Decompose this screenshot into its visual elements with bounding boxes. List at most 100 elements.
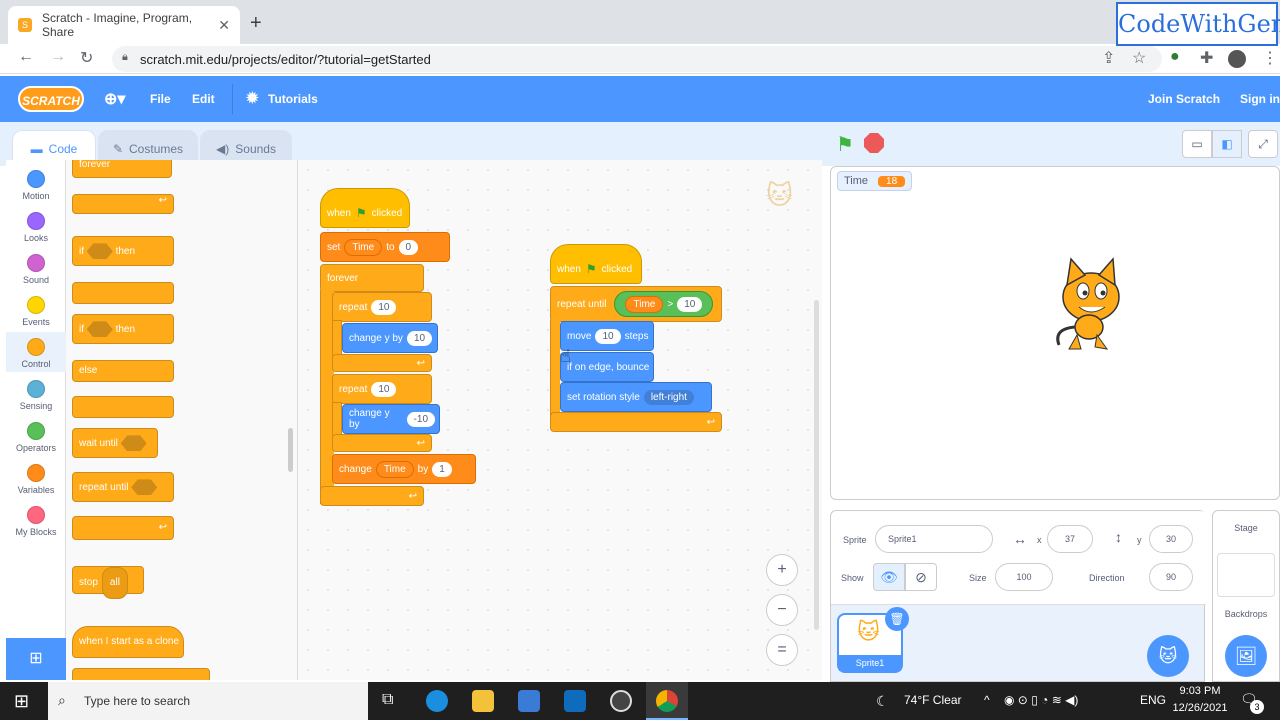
palette-scrollbar[interactable] <box>288 428 293 472</box>
category-motion[interactable]: Motion <box>6 170 66 201</box>
category-events[interactable]: Events <box>6 296 66 327</box>
close-tab-icon[interactable]: ✕ <box>218 17 230 34</box>
language-indicator[interactable]: ENG <box>1140 693 1166 707</box>
palette-if-end[interactable] <box>72 282 174 304</box>
category-sensing[interactable]: Sensing <box>6 380 66 411</box>
category-looks[interactable]: Looks <box>6 212 66 243</box>
palette-forever-block[interactable]: forever <box>72 160 172 178</box>
new-tab-button[interactable]: + <box>250 12 262 35</box>
repeat-block-2[interactable]: repeat 10 <box>332 374 432 404</box>
greater-than-operator[interactable]: Time > 10 <box>614 291 714 317</box>
steps-input[interactable]: 10 <box>595 328 621 344</box>
tray-icons[interactable]: ◉ ⊙ ▯ ◔ ≋ ◀︎) <box>1004 693 1078 707</box>
palette-clone-hat-block[interactable]: when I start as a clone <box>72 626 184 658</box>
clock-date[interactable]: 12/26/2021 <box>1168 702 1232 714</box>
backdrop-thumbnail[interactable] <box>1217 553 1275 597</box>
stop-sign-icon[interactable] <box>864 133 884 153</box>
category-operators[interactable]: Operators <box>6 422 66 453</box>
bounce-block[interactable]: if on edge, bounce <box>560 352 654 382</box>
cat-sprite[interactable] <box>1041 255 1141 355</box>
change-y-block-2[interactable]: change y by -10 <box>342 404 440 434</box>
menu-file[interactable]: File <box>150 92 171 106</box>
palette-else-row[interactable]: else <box>72 360 174 382</box>
y-input[interactable]: 30 <box>1149 525 1193 553</box>
obs-icon[interactable] <box>610 690 632 712</box>
chrome-taskbar-button[interactable] <box>646 682 688 720</box>
taskbar-search[interactable]: ⌕ Type here to search <box>48 682 368 720</box>
repeat-count-input[interactable]: 10 <box>371 299 397 315</box>
green-flag-icon[interactable]: ⚑ <box>836 132 854 157</box>
palette-repeat-until-block[interactable]: repeat until <box>72 472 174 502</box>
repeat-block-1[interactable]: repeat 10 <box>332 292 432 322</box>
back-arrow-icon[interactable]: ← <box>18 48 34 66</box>
palette-if-block[interactable]: if then <box>72 236 174 266</box>
extensions-puzzle-icon[interactable]: ✚ <box>1200 48 1213 68</box>
value-input[interactable]: 1 <box>432 461 452 477</box>
file-explorer-icon[interactable] <box>472 690 494 712</box>
change-y-input[interactable]: 10 <box>406 330 433 346</box>
delete-trash-icon[interactable]: 🗑︎ <box>885 607 909 631</box>
zoom-in-button[interactable]: + <box>766 554 798 586</box>
weather-text[interactable]: 74°F Clear <box>904 693 962 707</box>
code-workspace[interactable]: when ⚑ clicked set Time to 0 forever rep… <box>298 160 822 680</box>
join-scratch-link[interactable]: Join Scratch <box>1148 92 1220 106</box>
reload-icon[interactable]: ↻ <box>80 48 93 68</box>
rotation-style-dropdown[interactable]: left-right <box>643 389 694 405</box>
variable-dropdown[interactable]: Time <box>375 460 414 478</box>
variable-monitor[interactable]: Time 18 <box>837 171 913 191</box>
workspace-scrollbar[interactable] <box>814 300 819 630</box>
browser-menu-icon[interactable]: ⋮ <box>1262 48 1278 68</box>
task-view-icon[interactable]: ⧉ <box>382 691 393 709</box>
palette-create-clone-block[interactable] <box>72 668 210 680</box>
category-sound[interactable]: Sound <box>6 254 66 285</box>
x-input[interactable]: 37 <box>1047 525 1093 553</box>
zoom-reset-button[interactable]: = <box>766 634 798 666</box>
compare-value-input[interactable]: 10 <box>677 296 703 312</box>
language-globe-icon[interactable]: ⊕▾ <box>104 89 125 109</box>
palette-forever-end[interactable]: ↩ <box>72 194 174 214</box>
show-visible-icon[interactable]: 👁︎ <box>873 563 905 591</box>
fullscreen-button[interactable]: ⤢ <box>1248 130 1278 158</box>
edge-icon[interactable] <box>426 690 448 712</box>
mail-icon[interactable] <box>564 690 586 712</box>
size-input[interactable]: 100 <box>995 563 1053 591</box>
repeat-until-block[interactable]: repeat until Time > 10 <box>550 286 722 322</box>
time-reporter[interactable]: Time <box>625 295 664 313</box>
add-extension-button[interactable]: ⊞ <box>6 638 66 680</box>
sign-in-link[interactable]: Sign in <box>1240 92 1280 106</box>
stage-canvas[interactable]: Time 18 <box>830 166 1280 500</box>
zoom-out-button[interactable]: − <box>766 594 798 626</box>
forward-arrow-icon[interactable]: → <box>50 48 66 66</box>
move-steps-block[interactable]: move 10 steps <box>560 321 654 351</box>
scratch-logo[interactable]: SCRATCH <box>18 86 84 112</box>
hide-icon[interactable]: ⊘ <box>905 563 937 591</box>
palette-repeat-until-end[interactable]: ↩ <box>72 516 174 540</box>
lightbulb-icon[interactable]: ✹ <box>246 89 259 107</box>
large-stage-button[interactable]: ◧ <box>1212 130 1242 158</box>
forever-block[interactable]: forever <box>320 264 424 292</box>
menu-tutorials[interactable]: Tutorials <box>268 92 318 106</box>
when-flag-clicked-hat[interactable]: when ⚑ clicked <box>320 188 410 228</box>
menu-edit[interactable]: Edit <box>192 92 215 106</box>
set-variable-block[interactable]: set Time to 0 <box>320 232 450 262</box>
small-stage-button[interactable]: ▭ <box>1182 130 1212 158</box>
palette-if-else-end[interactable] <box>72 396 174 418</box>
store-icon[interactable] <box>518 690 540 712</box>
bookmark-star-icon[interactable]: ☆ <box>1132 48 1146 68</box>
category-control[interactable]: Control <box>6 332 66 372</box>
change-y-block-1[interactable]: change y by 10 <box>342 323 438 353</box>
set-rotation-style-block[interactable]: set rotation style left-right <box>560 382 712 412</box>
palette-stop-block[interactable]: stop all <box>72 566 144 599</box>
change-variable-block[interactable]: change Time by 1 <box>332 454 476 484</box>
when-flag-clicked-hat-2[interactable]: when ⚑ clicked <box>550 244 642 284</box>
choose-backdrop-button[interactable]: 🖼︎ <box>1225 635 1267 677</box>
category-variables[interactable]: Variables <box>6 464 66 495</box>
value-input[interactable]: 0 <box>398 239 419 255</box>
chevron-up-icon[interactable]: ^ <box>984 693 990 707</box>
direction-input[interactable]: 90 <box>1149 563 1193 591</box>
variable-dropdown[interactable]: Time <box>344 238 383 256</box>
palette-wait-until-block[interactable]: wait until <box>72 428 158 458</box>
clock-time[interactable]: 9:03 PM <box>1172 685 1228 697</box>
repeat-count-input[interactable]: 10 <box>371 381 397 397</box>
stage-selector[interactable]: Stage Backdrops 🖼︎ <box>1212 510 1280 682</box>
